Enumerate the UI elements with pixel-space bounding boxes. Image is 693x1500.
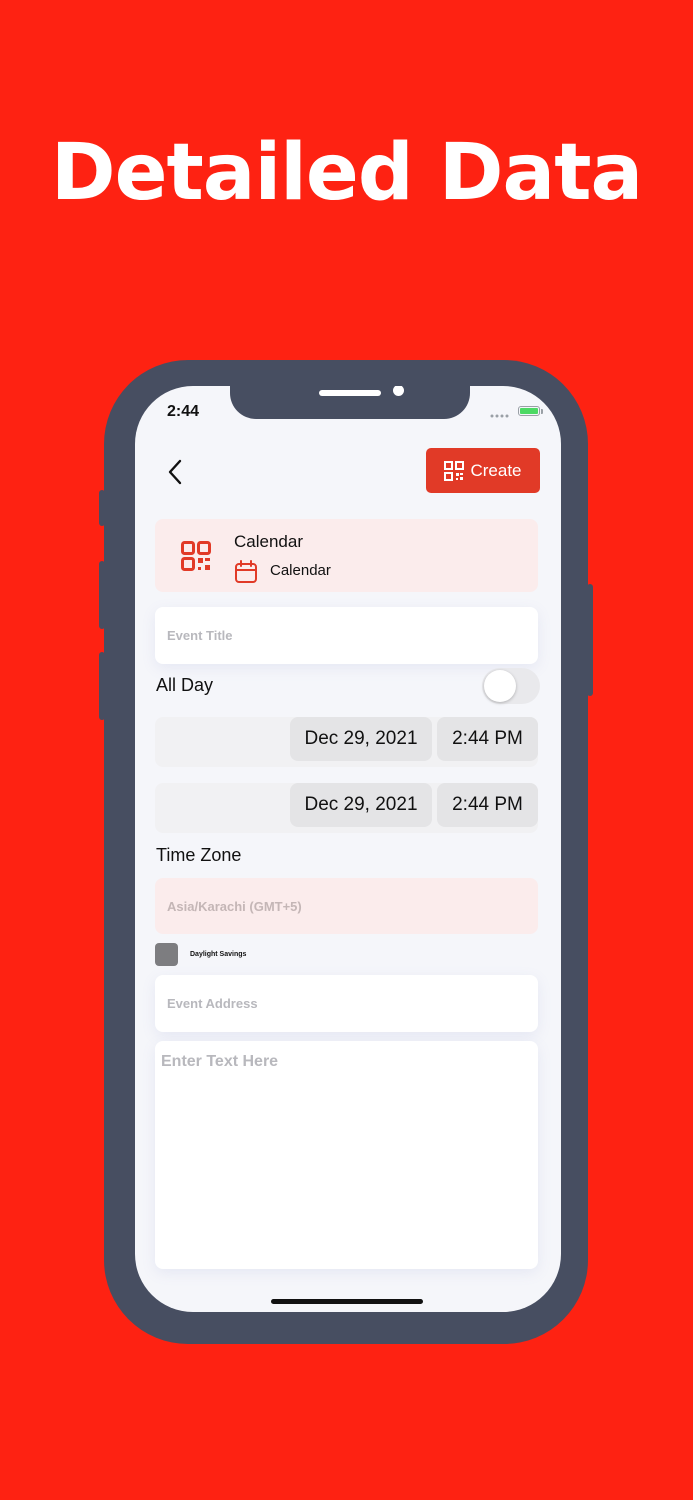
battery-tip [541, 409, 543, 414]
time-zone-value: Asia/Karachi (GMT+5) [167, 898, 302, 914]
speaker [319, 390, 381, 396]
create-button-label: Create [470, 460, 522, 480]
event-address-field[interactable]: Event Address [155, 975, 538, 1032]
back-icon[interactable] [163, 458, 187, 486]
end-date-row: Dec 29, 2021 2:44 PM [155, 783, 538, 833]
start-time-picker[interactable]: 2:44 PM [437, 717, 538, 761]
time-zone-label: Time Zone [156, 845, 242, 865]
qr-code-icon [181, 541, 211, 571]
card-subtitle: Calendar [270, 562, 331, 579]
phone-screen: 2:44 Create Calendar Calendar Event Titl… [135, 386, 561, 1312]
start-date-picker[interactable]: Dec 29, 2021 [290, 717, 432, 761]
headline: Detailed Data [50, 128, 643, 218]
qr-code-icon [444, 460, 465, 481]
card-title: Calendar [234, 532, 303, 551]
event-title-placeholder: Event Title [167, 628, 233, 643]
battery-icon [518, 406, 540, 416]
all-day-label: All Day [156, 675, 214, 695]
daylight-savings-checkbox[interactable] [155, 943, 178, 966]
home-indicator [271, 1299, 423, 1304]
create-button[interactable]: Create [426, 448, 540, 493]
camera [393, 386, 404, 396]
notes-placeholder: Enter Text Here [161, 1053, 279, 1070]
daylight-savings-label: Daylight Savings [190, 951, 247, 958]
signal-icon [490, 414, 509, 418]
event-address-placeholder: Event Address [167, 996, 258, 1011]
end-time-picker[interactable]: 2:44 PM [437, 783, 538, 827]
time-zone-field[interactable]: Asia/Karachi (GMT+5) [155, 878, 538, 934]
qr-type-card: Calendar Calendar [155, 519, 538, 592]
status-time: 2:44 [167, 403, 200, 420]
notes-textarea[interactable]: Enter Text Here [155, 1041, 538, 1269]
end-date-picker[interactable]: Dec 29, 2021 [290, 783, 432, 827]
notch [230, 386, 470, 419]
event-title-field[interactable]: Event Title [155, 607, 538, 664]
calendar-icon [235, 560, 257, 583]
start-date-row: Dec 29, 2021 2:44 PM [155, 717, 538, 767]
toggle-knob [484, 670, 516, 702]
all-day-toggle[interactable] [482, 668, 540, 704]
